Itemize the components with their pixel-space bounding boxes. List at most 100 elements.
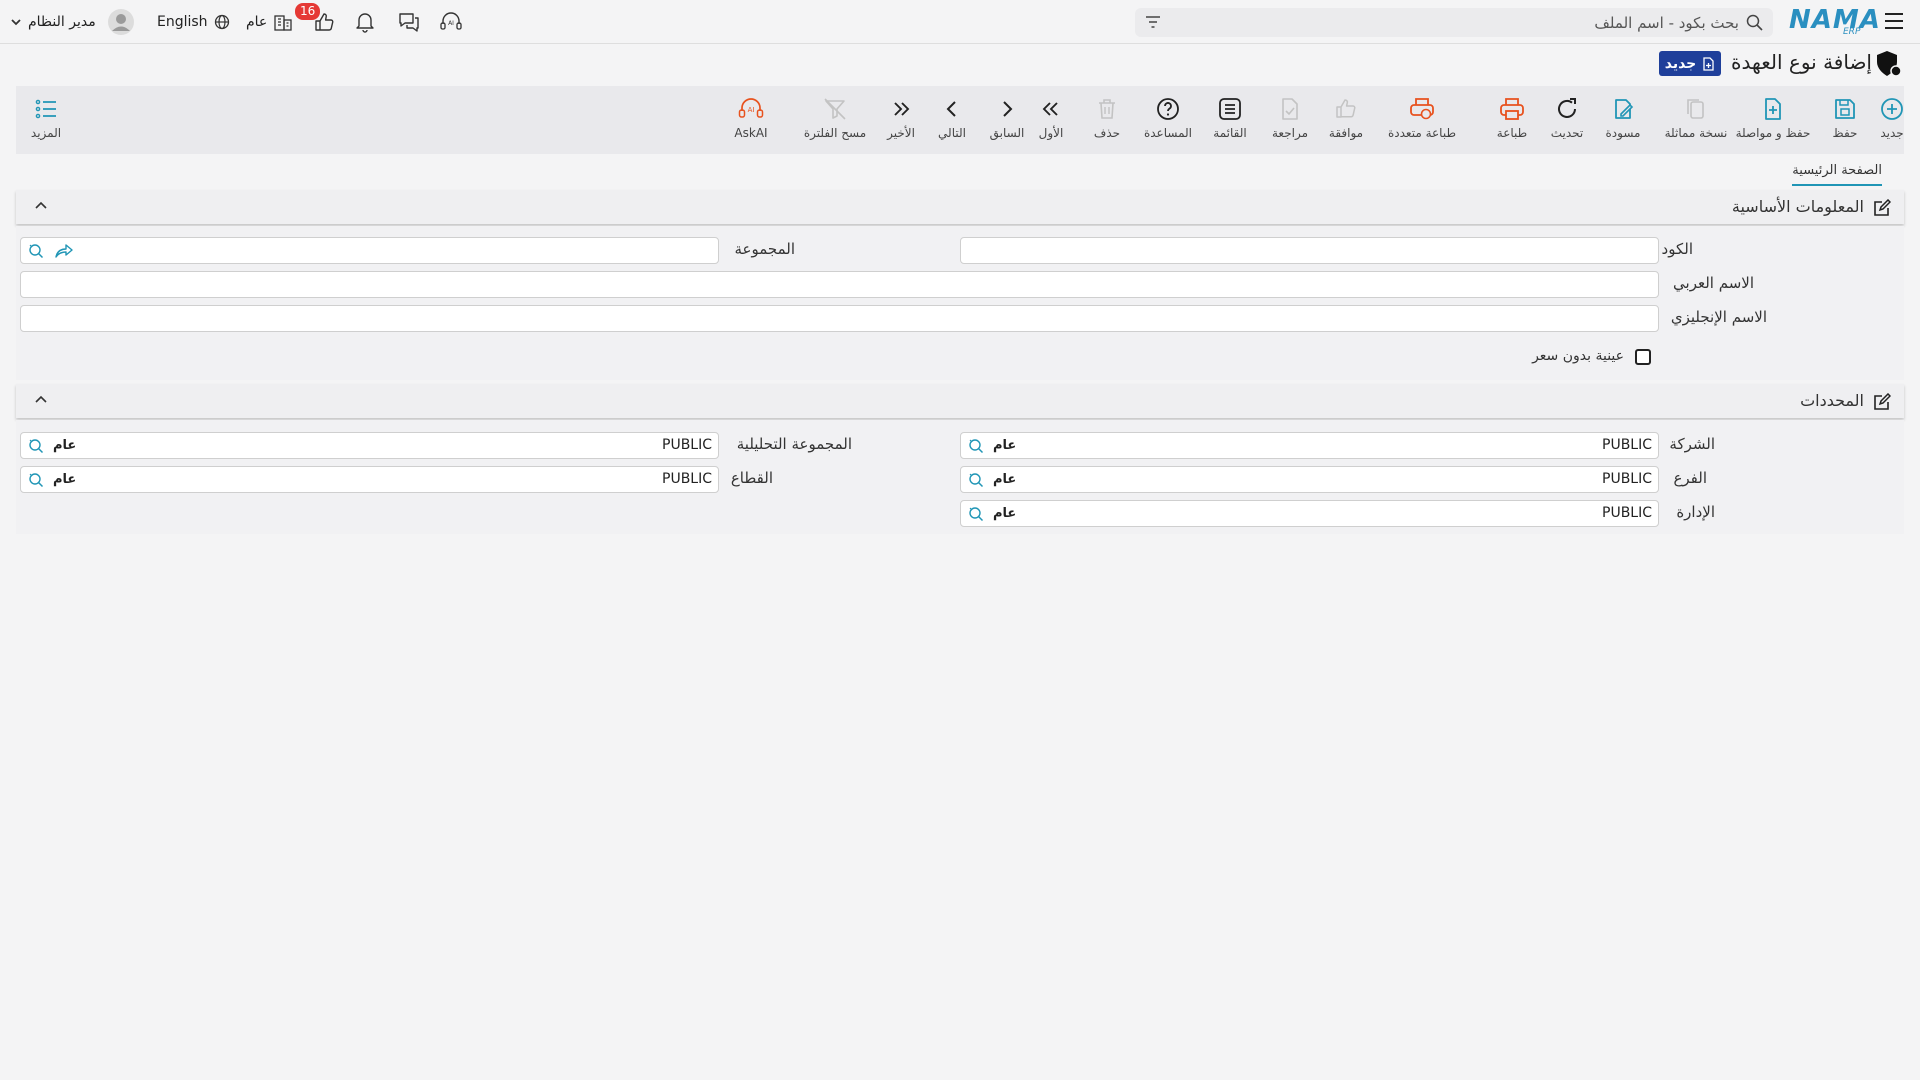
last-button[interactable]: الأخير — [871, 86, 931, 154]
save-button[interactable]: حفظ — [1815, 86, 1875, 154]
analytic-group-value: PUBLIC — [662, 437, 712, 453]
multi-print-button[interactable]: طباعة متعددة — [1388, 86, 1456, 154]
analytic-group-input[interactable]: PUBLIC عام — [20, 432, 719, 459]
more-button[interactable]: المزيد — [16, 86, 76, 154]
trash-icon — [1099, 99, 1115, 119]
code-input[interactable] — [960, 237, 1659, 264]
chevron-right-icon — [1003, 101, 1013, 117]
search-icon — [1746, 14, 1763, 31]
search-lookup-icon[interactable] — [27, 437, 45, 455]
clone-button[interactable]: نسخة مماثلة — [1665, 86, 1727, 154]
group-label: المجموعة — [734, 240, 795, 258]
sector-input[interactable]: PUBLIC عام — [20, 466, 719, 493]
company-value: PUBLIC — [1602, 437, 1652, 453]
draft-button[interactable]: مسودة — [1593, 86, 1653, 154]
help-button[interactable]: المساعدة — [1138, 86, 1198, 154]
filter-icon[interactable] — [1145, 15, 1161, 29]
arabic-name-label: الاسم العربي — [1673, 274, 1754, 292]
notifications-button[interactable] — [355, 0, 375, 44]
printer-icon — [1500, 98, 1524, 120]
likes-count-badge: 16 — [295, 3, 321, 20]
search-lookup-icon[interactable] — [967, 437, 985, 455]
askai-label: AskAI — [734, 126, 768, 140]
action-toolbar: جديد حفظ حفظ و مواصلة نسخة مماثلة مسودة … — [16, 86, 1904, 154]
branch-label: الفرع — [1673, 469, 1707, 487]
tab-main[interactable]: الصفحة الرئيسية — [1792, 163, 1882, 186]
sector-label: القطاع — [730, 469, 773, 487]
clear-filter-button[interactable]: مسح الفلترة — [804, 86, 866, 154]
brand-name: NAMA — [1789, 5, 1881, 35]
user-name: مدير النظام — [28, 14, 96, 30]
messages-button[interactable] — [397, 0, 421, 44]
double-chevron-right-icon — [894, 102, 910, 116]
basic-info-title: المعلومات الأساسية — [1731, 197, 1864, 216]
branch-input[interactable]: PUBLIC عام — [960, 466, 1659, 493]
save-continue-button[interactable]: حفظ و مواصلة — [1736, 86, 1810, 154]
globe-icon — [214, 14, 230, 30]
english-name-label: الاسم الإنجليزي — [1670, 308, 1767, 326]
group-input[interactable] — [20, 237, 719, 264]
share-icon[interactable] — [54, 242, 74, 260]
page-title: إضافة نوع العهدة — [1731, 50, 1872, 74]
more-label: المزيد — [30, 126, 62, 140]
no-price-sample-checkbox[interactable] — [1635, 349, 1651, 365]
search-placeholder: بحث بكود - اسم الملف — [1594, 14, 1739, 32]
search-lookup-icon[interactable] — [967, 505, 985, 523]
department-input[interactable]: PUBLIC عام — [960, 500, 1659, 527]
double-chevron-left-icon — [1042, 102, 1058, 116]
search-lookup-icon[interactable] — [967, 471, 985, 489]
scope-switch[interactable]: عام — [246, 0, 293, 44]
plus-circle-icon — [1881, 98, 1903, 120]
print-button[interactable]: طباعة — [1482, 86, 1542, 154]
delete-button[interactable]: حذف — [1077, 86, 1137, 154]
bell-icon — [355, 11, 375, 33]
edit-icon — [1873, 199, 1891, 217]
basic-info-header[interactable]: المعلومات الأساسية — [16, 190, 1904, 224]
shield-icon — [1874, 50, 1904, 78]
language-switch[interactable]: English — [157, 0, 230, 44]
company-input[interactable]: PUBLIC عام — [960, 432, 1659, 459]
branch-value: PUBLIC — [1602, 471, 1652, 487]
file-plus-icon — [1765, 98, 1781, 120]
nama-logo[interactable]: NAMA ERP — [1789, 5, 1880, 39]
chevron-up-icon[interactable] — [35, 201, 47, 211]
department-value: PUBLIC — [1602, 505, 1652, 521]
new-status-badge: جديد — [1659, 51, 1721, 76]
department-label: الإدارة — [1676, 503, 1715, 521]
refresh-button[interactable]: تحديث — [1537, 86, 1597, 154]
new-file-icon — [1702, 56, 1715, 71]
top-bar: مدير النظام English عام 16 AI بحث بكود -… — [0, 0, 1920, 44]
brand-sub: ERP — [1843, 27, 1861, 37]
approve-button[interactable]: موافقة — [1316, 86, 1376, 154]
hamburger-menu-icon[interactable] — [1884, 12, 1904, 30]
sector-tag: عام — [53, 472, 77, 487]
search-lookup-icon[interactable] — [27, 471, 45, 489]
svg-text:AI: AI — [748, 106, 755, 114]
department-tag: عام — [993, 506, 1017, 521]
no-price-sample-label: عينية بدون سعر — [1532, 348, 1624, 364]
next-button[interactable]: التالي — [922, 86, 982, 154]
arabic-name-input[interactable] — [20, 271, 1659, 298]
analytic-group-tag: عام — [53, 438, 77, 453]
chevron-up-icon[interactable] — [35, 395, 47, 405]
edit-draft-icon — [1615, 99, 1634, 119]
review-button[interactable]: مراجعة — [1260, 86, 1320, 154]
code-label: الكود — [1661, 240, 1693, 258]
list-button[interactable]: القائمة — [1200, 86, 1260, 154]
askai-button[interactable]: AI AskAI — [721, 86, 781, 154]
avatar — [107, 9, 134, 35]
chevron-left-icon — [946, 101, 956, 117]
dimensions-header[interactable]: المحددات — [16, 384, 1904, 418]
print-label: طباعة — [1496, 126, 1528, 140]
english-name-input[interactable] — [20, 305, 1659, 332]
multi-printer-icon — [1410, 98, 1434, 120]
building-icon — [273, 13, 293, 31]
previous-button[interactable]: السابق — [977, 86, 1037, 154]
search-lookup-icon[interactable] — [27, 242, 45, 260]
askai-top-button[interactable]: AI — [439, 0, 463, 44]
search-bar[interactable]: بحث بكود - اسم الملف — [1135, 8, 1773, 37]
language-label: English — [157, 14, 208, 30]
filter-off-icon — [824, 98, 846, 120]
user-menu[interactable]: مدير النظام — [10, 0, 134, 44]
chevron-down-icon — [10, 16, 22, 28]
